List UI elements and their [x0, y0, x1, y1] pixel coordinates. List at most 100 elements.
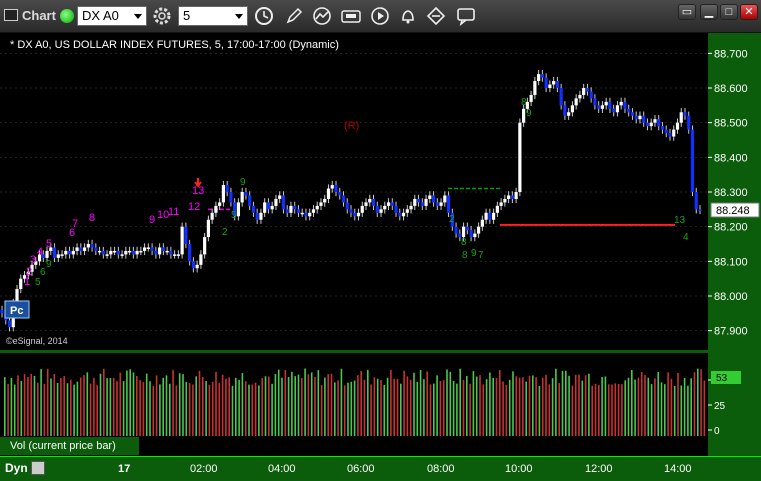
- volume-axis[interactable]: 50250 53: [708, 353, 761, 456]
- alerts-button[interactable]: [398, 6, 418, 26]
- candle-body: [82, 247, 87, 251]
- volume-bar: [406, 376, 409, 436]
- dynamic-mode-label[interactable]: Dyn: [5, 461, 28, 475]
- candle-body: [675, 122, 680, 130]
- candle-body: [323, 198, 327, 203]
- volume-bar: [621, 384, 623, 436]
- maximize-button[interactable]: □: [720, 4, 738, 20]
- volume-bar: [169, 383, 171, 436]
- symbol-input[interactable]: DX A0: [77, 6, 147, 26]
- candle-body: [537, 74, 541, 82]
- candle-body: [465, 226, 469, 231]
- price-axis-labels: 88.700 88.600 88.500 88.400 88.300 88.200 88.1…: [708, 48, 748, 338]
- time-axis[interactable]: Dyn 17 02:00 04:00 06:00 08:00 10:00 12:00 14:0…: [0, 456, 761, 481]
- candle-body: [75, 247, 79, 251]
- volume-bar: [376, 378, 379, 436]
- volume-bar: [433, 383, 435, 436]
- tools-button[interactable]: [340, 6, 361, 26]
- candle-body: [364, 202, 368, 206]
- volume-bar: [607, 384, 610, 436]
- candle-body: [394, 205, 398, 213]
- price-panel[interactable]: * DX A0, US DOLLAR INDEX FUTURES, 5, 17:…: [0, 33, 707, 350]
- volume-bar: [409, 379, 412, 436]
- volume-panel[interactable]: [0, 353, 707, 436]
- volume-bar: [462, 379, 465, 436]
- volume-bar: [235, 377, 237, 436]
- volume-bar: [208, 384, 211, 436]
- chart-canvas[interactable]: * DX A0, US DOLLAR INDEX FUTURES, 5, 17:…: [0, 33, 761, 456]
- candle-body: [251, 205, 256, 213]
- clock-button[interactable]: [254, 6, 274, 26]
- pc-marker[interactable]: Pc: [4, 300, 30, 319]
- volume-bar: [700, 369, 702, 436]
- volume-bar: [459, 368, 461, 436]
- candle[interactable]: [690, 125, 695, 197]
- close-button[interactable]: ✕: [740, 4, 758, 20]
- volume-bar: [37, 382, 39, 436]
- link-tool-button[interactable]: [426, 6, 446, 26]
- candle-body: [563, 105, 567, 116]
- volume-bar: [7, 383, 9, 436]
- volume-study-title[interactable]: Vol (current price bar): [0, 437, 139, 455]
- time-label: 12:00: [585, 463, 613, 475]
- candle-body: [698, 209, 702, 211]
- interval-input[interactable]: 5: [178, 6, 248, 26]
- candle-body: [446, 195, 451, 213]
- replay-button[interactable]: [370, 6, 390, 26]
- volume-bar: [525, 381, 527, 436]
- lock-icon[interactable]: [31, 461, 45, 475]
- interval-dropdown-icon[interactable]: [235, 14, 243, 19]
- volume-bar: [155, 375, 158, 436]
- volume-bar: [386, 377, 389, 436]
- volume-bar: [683, 378, 686, 436]
- volume-bar: [538, 385, 541, 436]
- volume-bar: [284, 370, 287, 436]
- candle-body: [270, 205, 274, 210]
- candle-body: [612, 108, 616, 113]
- price-tick-label: 88.400: [714, 152, 748, 164]
- volume-bar: [446, 369, 448, 436]
- volume-bar: [673, 385, 676, 436]
- settings-gear-button[interactable]: [152, 6, 172, 26]
- volume-bar: [479, 375, 481, 436]
- candle-body: [139, 250, 143, 253]
- symbol-dropdown-icon[interactable]: [134, 14, 142, 19]
- panel-divider[interactable]: [0, 350, 761, 353]
- seq-green-e-1: 13: [674, 215, 686, 226]
- time-label: 08:00: [427, 463, 455, 475]
- volume-bar: [96, 385, 98, 436]
- candle[interactable]: [518, 118, 522, 197]
- volume-bar: [218, 383, 221, 436]
- volume-bar: [185, 381, 188, 436]
- time-label: 14:00: [664, 463, 692, 475]
- volume-bar: [76, 381, 79, 436]
- draw-pencil-button[interactable]: [284, 6, 304, 26]
- restore-button[interactable]: ▭: [678, 4, 696, 20]
- volume-bar: [320, 385, 323, 436]
- candle-body: [503, 198, 507, 203]
- candle-body: [593, 98, 597, 106]
- candle-body: [255, 212, 259, 220]
- candle-body: [360, 205, 364, 213]
- window-title: Chart: [22, 8, 56, 23]
- volume-bar: [27, 377, 29, 436]
- candle-body: [154, 250, 158, 255]
- volume-bar: [13, 384, 16, 436]
- candle-body: [338, 192, 342, 196]
- study-button[interactable]: [312, 6, 332, 26]
- link-icon[interactable]: [60, 9, 74, 23]
- volume-bar: [423, 379, 425, 436]
- volume-bar: [277, 369, 280, 436]
- candle-body: [499, 202, 503, 206]
- volume-bar: [472, 371, 475, 436]
- candle-body: [296, 209, 301, 213]
- candle-body: [19, 278, 23, 290]
- candle-body: [533, 81, 537, 95]
- candle-body: [169, 250, 173, 255]
- comment-button[interactable]: [456, 6, 476, 27]
- volume-bar: [337, 380, 339, 436]
- candle[interactable]: [180, 222, 184, 259]
- candle-body: [383, 205, 387, 210]
- minimize-button[interactable]: ▁: [700, 4, 718, 20]
- price-axis[interactable]: 88.700 88.600 88.500 88.400 88.300 88.200 88.1…: [708, 33, 761, 350]
